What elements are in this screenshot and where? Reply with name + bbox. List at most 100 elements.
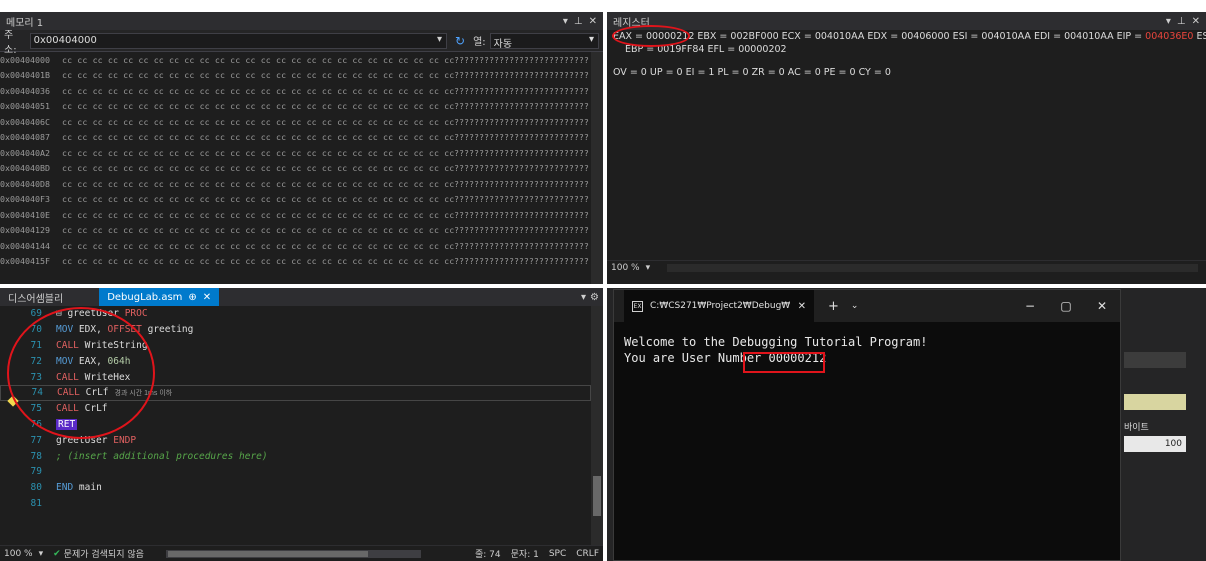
line-number: 72 (30, 355, 42, 367)
line-number: 74 (31, 387, 43, 399)
chevron-down-icon[interactable]: ▾ (646, 263, 651, 273)
memory-row: 0x00404144 cc cc cc cc cc cc cc cc cc cc … (0, 238, 591, 254)
memory-chars: ??????????????????????????? (454, 101, 589, 112)
console-tab-title: C:₩CS271₩Project2₩Debug₩ (650, 301, 791, 311)
code-line[interactable]: 76 RET (0, 417, 591, 433)
code-line[interactable]: 80 END main (0, 480, 591, 496)
register-values-esp: ESP = 0019FF74 (1196, 31, 1206, 42)
operand: greetUser (56, 434, 108, 446)
memory-rows: 0x00404000 cc cc cc cc cc cc cc cc cc cc … (0, 52, 591, 269)
operand: WriteHex (84, 371, 131, 383)
registers-titlebar: 레지스터 ▾ ⊥ ✕ (607, 12, 1206, 30)
memory-address: 0x00404036 (0, 85, 50, 96)
scrollbar-thumb[interactable] (167, 550, 368, 557)
memory-scrollbar[interactable] (591, 52, 603, 284)
code-text: greetUser ENDP (56, 435, 136, 446)
horizontal-scrollbar[interactable] (165, 549, 421, 558)
line-number: 69 (30, 308, 42, 320)
columns-select[interactable]: 자동 ▾ (489, 32, 599, 50)
code-line[interactable]: 78 ; (insert additional procedures here) (0, 448, 591, 464)
tab-debuglab-asm[interactable]: DebugLab.asm ⊕ ✕ (99, 288, 220, 306)
memory-row: 0x0040401B cc cc cc cc cc cc cc cc cc cc … (0, 68, 591, 84)
line-number: 76 (30, 418, 42, 430)
console-tab[interactable]: EX C:₩CS271₩Project2₩Debug₩ ✕ (624, 290, 814, 322)
operand: CrLf (85, 387, 109, 399)
chevron-down-icon[interactable]: ▾ (589, 34, 594, 45)
code-line[interactable]: 77 greetUser ENDP (0, 432, 591, 448)
code-line[interactable]: 79 (0, 464, 591, 480)
close-button[interactable]: ✕ (1084, 299, 1120, 313)
problems-status[interactable]: 문제가 검색되지 않음 (64, 547, 144, 560)
memory-address: 0x004040BD (0, 163, 50, 174)
eip-value: 004036E0 (1145, 31, 1194, 42)
code-line[interactable]: 81 (0, 496, 591, 512)
memory-address: 0x0040415F (0, 256, 50, 267)
line-number: 78 (30, 450, 42, 462)
line-number: 73 (30, 371, 42, 383)
close-icon[interactable]: ✕ (1192, 16, 1200, 27)
editor-statusbar: 100 % ▾ ✔ 문제가 검색되지 않음 줄: 74 문자: 1 SPC CR… (0, 545, 603, 561)
code-line[interactable]: 72 MOV EAX, 064h (0, 353, 591, 369)
editor-zoom[interactable]: 100 % (4, 549, 33, 559)
line-ending-status[interactable]: CRLF (576, 549, 599, 559)
memory-bytes: cc cc cc cc cc cc cc cc cc cc cc cc cc c… (62, 54, 454, 65)
pin-icon[interactable]: ⊕ (188, 292, 196, 303)
console-line-1: Welcome to the Debugging Tutorial Progra… (624, 335, 928, 349)
collapse-icon[interactable]: ⊟ (56, 308, 62, 319)
refresh-icon[interactable]: ↻ (455, 34, 465, 48)
code-line[interactable]: 74 CALL CrLf 경과 시간 1ms 이하 (0, 384, 591, 407)
perf-tip: 경과 시간 1ms 이하 (114, 390, 173, 398)
code-line[interactable]: 73 CALL WriteHex (0, 369, 591, 385)
scrollbar-thumb[interactable] (593, 476, 601, 516)
code-text: CALL CrLf 경과 시간 1ms 이하 (57, 387, 172, 398)
spacing-status[interactable]: SPC (549, 549, 566, 559)
memory-titlebar: 메모리 1 ▾ ⊥ ✕ (0, 12, 603, 30)
memory-chars: ??????????????????????????? (454, 225, 589, 236)
tab-label: DebugLab.asm (107, 291, 183, 303)
dropdown-icon[interactable]: ▾ (563, 16, 568, 27)
dropdown-icon[interactable]: ▾ (1166, 16, 1171, 27)
close-icon[interactable]: ✕ (203, 292, 211, 303)
memory-bytes: cc cc cc cc cc cc cc cc cc cc cc cc cc c… (62, 256, 454, 267)
gear-icon[interactable]: ⚙ (590, 292, 599, 303)
horizontal-scrollbar[interactable] (667, 264, 1198, 272)
address-input[interactable]: 0x00404000 ▾ (29, 32, 448, 49)
memory-chars: ??????????????????????????? (454, 132, 589, 143)
console-titlebar: EX C:₩CS271₩Project2₩Debug₩ ✕ + ⌄ − ▢ ✕ (614, 290, 1120, 322)
memory-chars: ??????????????????????????? (454, 85, 589, 96)
line-number: 80 (30, 482, 42, 494)
bytes-value[interactable]: 100 (1124, 436, 1186, 452)
chevron-down-icon[interactable]: ▾ (437, 34, 442, 45)
pin-icon[interactable]: ⊥ (1177, 16, 1186, 27)
close-icon[interactable]: ✕ (798, 301, 806, 312)
line-number-status: 줄: 74 (475, 550, 501, 560)
memory-bytes: cc cc cc cc cc cc cc cc cc cc cc cc cc c… (62, 178, 454, 189)
editor-scrollbar[interactable] (591, 306, 603, 545)
chevron-down-icon[interactable]: ▾ (39, 549, 44, 559)
register-flags: OV = 0 UP = 0 EI = 1 PL = 0 ZR = 0 AC = … (613, 67, 891, 78)
code-text: END main (56, 482, 102, 493)
close-icon[interactable]: ✕ (589, 16, 597, 27)
memory-row: 0x00404129 cc cc cc cc cc cc cc cc cc cc … (0, 223, 591, 239)
chevron-down-icon[interactable]: ⌄ (851, 301, 859, 311)
code-text: MOV EAX, 064h (56, 356, 130, 367)
code-line[interactable]: 75 CALL CrLf (0, 401, 591, 417)
instruction-keyword: CALL (56, 371, 79, 383)
tab-disassembly[interactable]: 디스어셈블리 (0, 290, 71, 305)
maximize-button[interactable]: ▢ (1048, 299, 1084, 313)
zoom-level[interactable]: 100 % (611, 263, 640, 273)
dropdown-icon[interactable]: ▾ (581, 292, 586, 303)
plus-icon[interactable]: + (828, 299, 839, 314)
directive-keyword: ENDP (113, 434, 137, 446)
code-editor[interactable]: 69 ⊟ greetUser PROC 70 MOV EDX, OFFSET gree… (0, 306, 591, 545)
code-line[interactable]: 70 MOV EDX, OFFSET greeting (0, 322, 591, 338)
code-line[interactable]: 71 CALL WriteString (0, 338, 591, 354)
register-line-2: EBP = 0019FF84 EFL = 00000202 (625, 44, 787, 55)
memory-address: 0x0040406C (0, 116, 50, 127)
code-line[interactable]: 69 ⊟ greetUser PROC (0, 306, 591, 322)
memory-bytes: cc cc cc cc cc cc cc cc cc cc cc cc cc c… (62, 240, 454, 251)
pin-icon[interactable]: ⊥ (574, 16, 583, 27)
columns-value: 자동 (493, 38, 513, 50)
minimize-button[interactable]: − (1012, 299, 1048, 313)
register-line-1: EAX = 00000212 EBX = 002BF000 ECX = 0040… (607, 30, 1206, 43)
